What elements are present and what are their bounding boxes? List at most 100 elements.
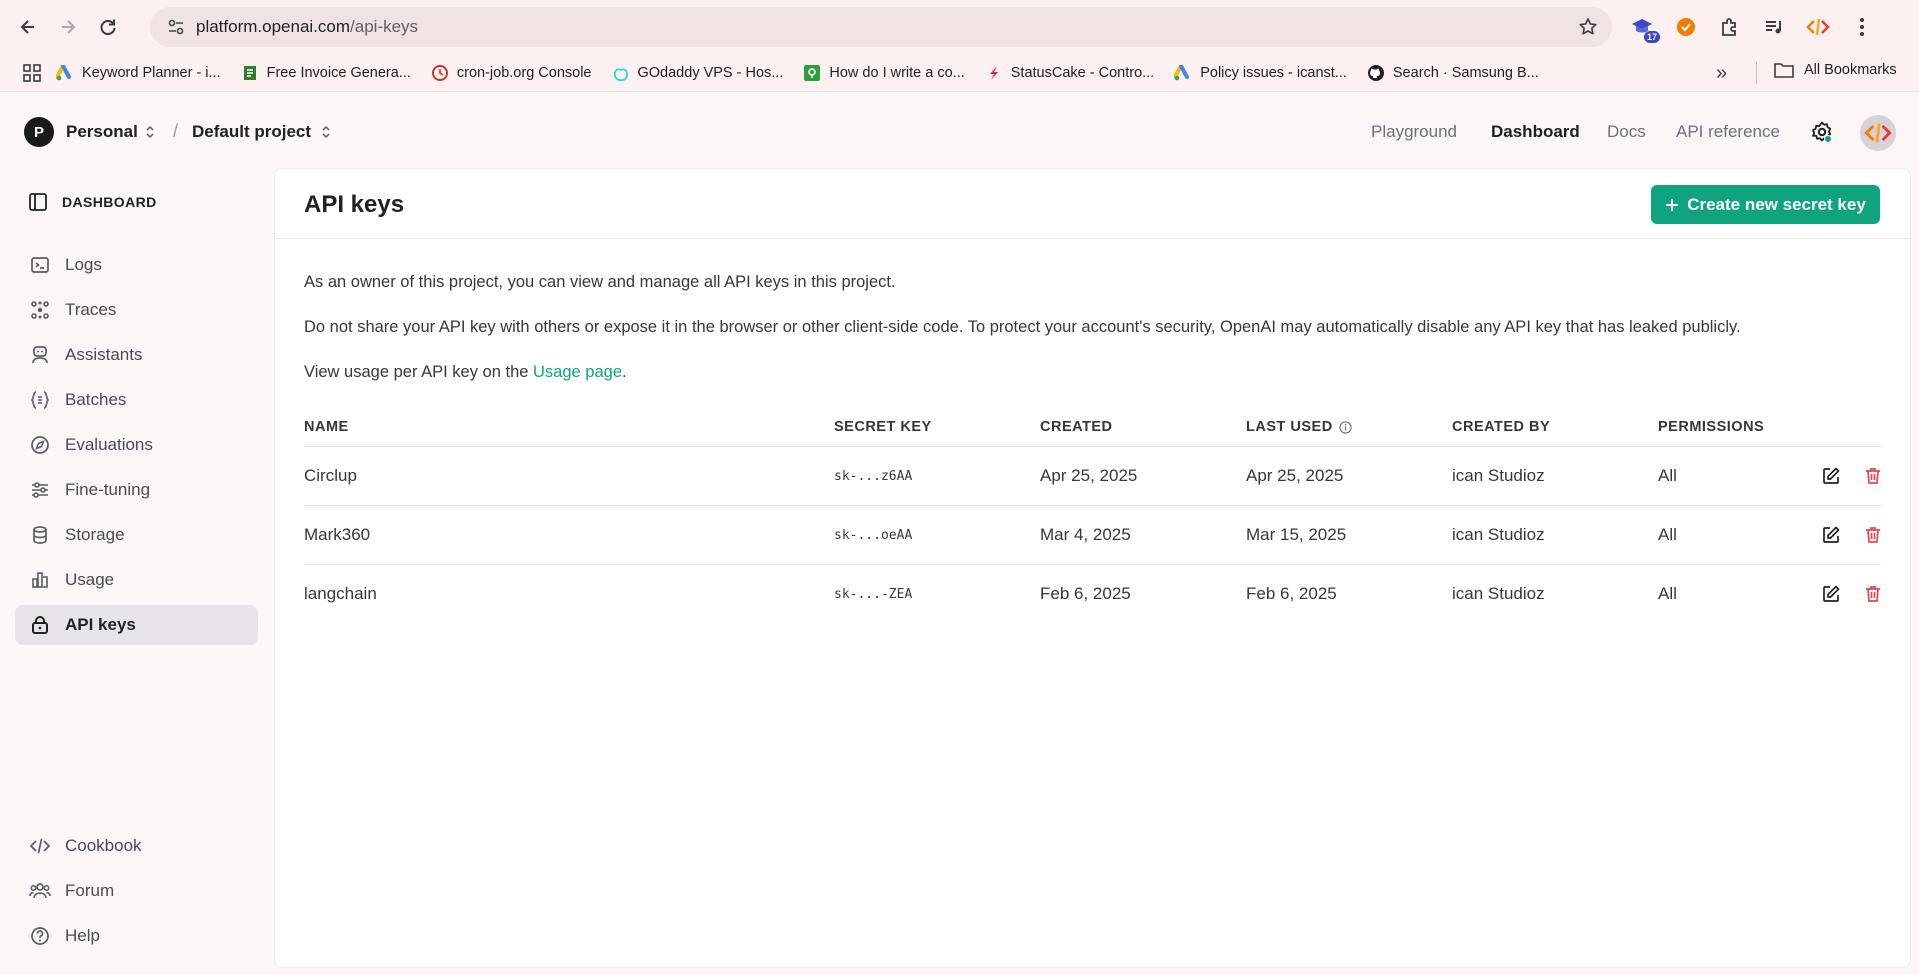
org-selector[interactable]: Personal xyxy=(66,122,138,142)
bookmark-label: StatusCake - Contro... xyxy=(1010,64,1155,81)
sidebar-item-cookbook[interactable]: Cookbook xyxy=(15,826,258,866)
created-by: ican Studioz xyxy=(1452,466,1545,485)
sidebar-item-logs[interactable]: Logs xyxy=(15,245,258,285)
breadcrumb-separator: / xyxy=(173,121,179,141)
plus-icon xyxy=(1666,198,1679,211)
bookmark-label: Free Invoice Genera... xyxy=(266,64,411,81)
chevron-updown-icon[interactable] xyxy=(144,124,156,140)
bookmark-star-icon[interactable] xyxy=(1578,17,1598,37)
bookmark-item[interactable]: How do I write a co... xyxy=(803,64,965,82)
nav-api-reference[interactable]: API reference xyxy=(1676,122,1780,142)
sidebar-item-storage[interactable]: Storage xyxy=(15,515,258,555)
org-avatar[interactable]: P xyxy=(24,117,54,147)
avatar[interactable] xyxy=(1860,115,1896,151)
extensions-puzzle-icon[interactable] xyxy=(1716,13,1744,41)
url-text: platform.openai.com/api-keys xyxy=(196,17,418,37)
cron-icon xyxy=(431,64,449,82)
apps-grid-icon[interactable] xyxy=(8,63,56,82)
usage-info-text: View usage per API key on the Usage page… xyxy=(304,363,627,382)
permissions: All xyxy=(1658,466,1677,485)
sidebar-item-help[interactable]: Help xyxy=(15,916,258,956)
sidebar-item-assistants[interactable]: Assistants xyxy=(15,335,258,375)
create-secret-key-button[interactable]: Create new secret key xyxy=(1651,185,1880,224)
sidebar-item-fine-tuning[interactable]: Fine-tuning xyxy=(15,470,258,510)
people-icon xyxy=(29,880,51,902)
sidebar-heading: DASHBOARD xyxy=(62,194,157,210)
extension-orange-icon[interactable] xyxy=(1672,13,1700,41)
reload-button[interactable] xyxy=(88,7,128,47)
github-icon xyxy=(1367,64,1385,82)
chevron-updown-icon[interactable] xyxy=(320,124,332,140)
secret-key: sk-...oeAA xyxy=(834,528,913,543)
sidebar-toggle[interactable]: DASHBOARD xyxy=(28,192,157,212)
main-header: API keys Create new secret key xyxy=(275,169,1910,239)
usage-page-link[interactable]: Usage page xyxy=(533,363,622,381)
extension-code-icon[interactable] xyxy=(1804,13,1832,41)
sidebar-item-label: Cookbook xyxy=(65,836,142,855)
bookmark-label: Keyword Planner - i... xyxy=(82,64,221,81)
page-title: API keys xyxy=(304,191,405,218)
sidebar-item-forum[interactable]: Forum xyxy=(15,871,258,911)
bookmark-item[interactable]: Search · Samsung B... xyxy=(1367,64,1539,82)
last-used-date: Feb 6, 2025 xyxy=(1246,584,1337,603)
sidebar-item-label: Batches xyxy=(65,390,127,409)
status-dot xyxy=(1824,135,1832,143)
edit-icon[interactable] xyxy=(1819,464,1843,488)
sidebar-item-label: Evaluations xyxy=(65,435,153,454)
help-icon xyxy=(29,925,51,947)
address-bar[interactable]: platform.openai.com/api-keys xyxy=(150,7,1612,47)
folder-icon xyxy=(1774,63,1794,78)
invoice-icon xyxy=(241,64,259,82)
project-selector[interactable]: Default project xyxy=(192,122,311,142)
bookmark-item[interactable]: Policy issues - icanst... xyxy=(1174,64,1347,82)
bookmark-label: cron-job.org Console xyxy=(456,64,592,81)
sidebar-item-label: Assistants xyxy=(65,345,143,364)
table-row: Mark360 sk-...oeAA Mar 4, 2025 Mar 15, 2… xyxy=(304,506,1881,565)
column-last-used: LAST USED xyxy=(1246,419,1352,435)
bookmarks-divider xyxy=(1756,62,1757,84)
delete-icon[interactable] xyxy=(1861,582,1885,606)
bookmark-label: How do I write a co... xyxy=(829,64,965,81)
sidebar-item-traces[interactable]: Traces xyxy=(15,290,258,330)
sidebar-item-usage[interactable]: Usage xyxy=(15,560,258,600)
delete-icon[interactable] xyxy=(1861,523,1885,547)
sidebar-item-batches[interactable]: Batches xyxy=(15,380,258,420)
bookmark-item[interactable]: Free Invoice Genera... xyxy=(241,64,411,82)
compass-icon xyxy=(29,434,51,456)
delete-icon[interactable] xyxy=(1861,464,1885,488)
database-icon xyxy=(29,524,51,546)
code-icon xyxy=(29,835,51,857)
extensions-area: 17 xyxy=(1628,7,1876,47)
nav-playground[interactable]: Playground xyxy=(1371,122,1457,142)
all-bookmarks-button[interactable]: All Bookmarks xyxy=(1774,62,1897,78)
created-date: Apr 25, 2025 xyxy=(1040,466,1138,485)
sidebar-item-api-keys[interactable]: API keys xyxy=(15,605,258,645)
api-keys-table: NAME SECRET KEY CREATED LAST USED CREATE… xyxy=(304,409,1881,624)
media-control-icon[interactable] xyxy=(1760,13,1788,41)
edit-icon[interactable] xyxy=(1819,523,1843,547)
sidebar-item-evaluations[interactable]: Evaluations xyxy=(15,425,258,465)
browser-menu-icon[interactable] xyxy=(1848,13,1876,41)
created-date: Mar 4, 2025 xyxy=(1040,525,1131,544)
column-secret-key: SECRET KEY xyxy=(834,419,932,435)
bookmark-item[interactable]: StatusCake - Contro... xyxy=(985,64,1154,82)
nav-docs[interactable]: Docs xyxy=(1607,122,1646,142)
url-path: /api-keys xyxy=(350,17,419,36)
key-name: langchain xyxy=(304,584,377,603)
terminal-icon xyxy=(29,254,51,276)
info-icon xyxy=(1339,420,1352,434)
bookmark-item[interactable]: Keyword Planner - i... xyxy=(56,64,221,82)
sliders-icon xyxy=(29,479,51,501)
column-created: CREATED xyxy=(1040,419,1113,435)
edit-icon[interactable] xyxy=(1819,582,1843,606)
bookmark-item[interactable]: cron-job.org Console xyxy=(431,64,592,82)
table-row: langchain sk-...-ZEA Feb 6, 2025 Feb 6, … xyxy=(304,565,1881,624)
back-button[interactable] xyxy=(8,7,48,47)
bookmark-item[interactable]: GOdaddy VPS - Hos... xyxy=(612,64,783,82)
more-bookmarks-icon[interactable]: » xyxy=(1716,62,1727,85)
extension-grad-cap-icon[interactable]: 17 xyxy=(1628,13,1660,43)
forward-button[interactable] xyxy=(48,7,88,47)
sidebar-item-label: Forum xyxy=(65,881,115,900)
site-info-icon[interactable] xyxy=(156,7,196,47)
nav-dashboard[interactable]: Dashboard xyxy=(1491,122,1580,142)
